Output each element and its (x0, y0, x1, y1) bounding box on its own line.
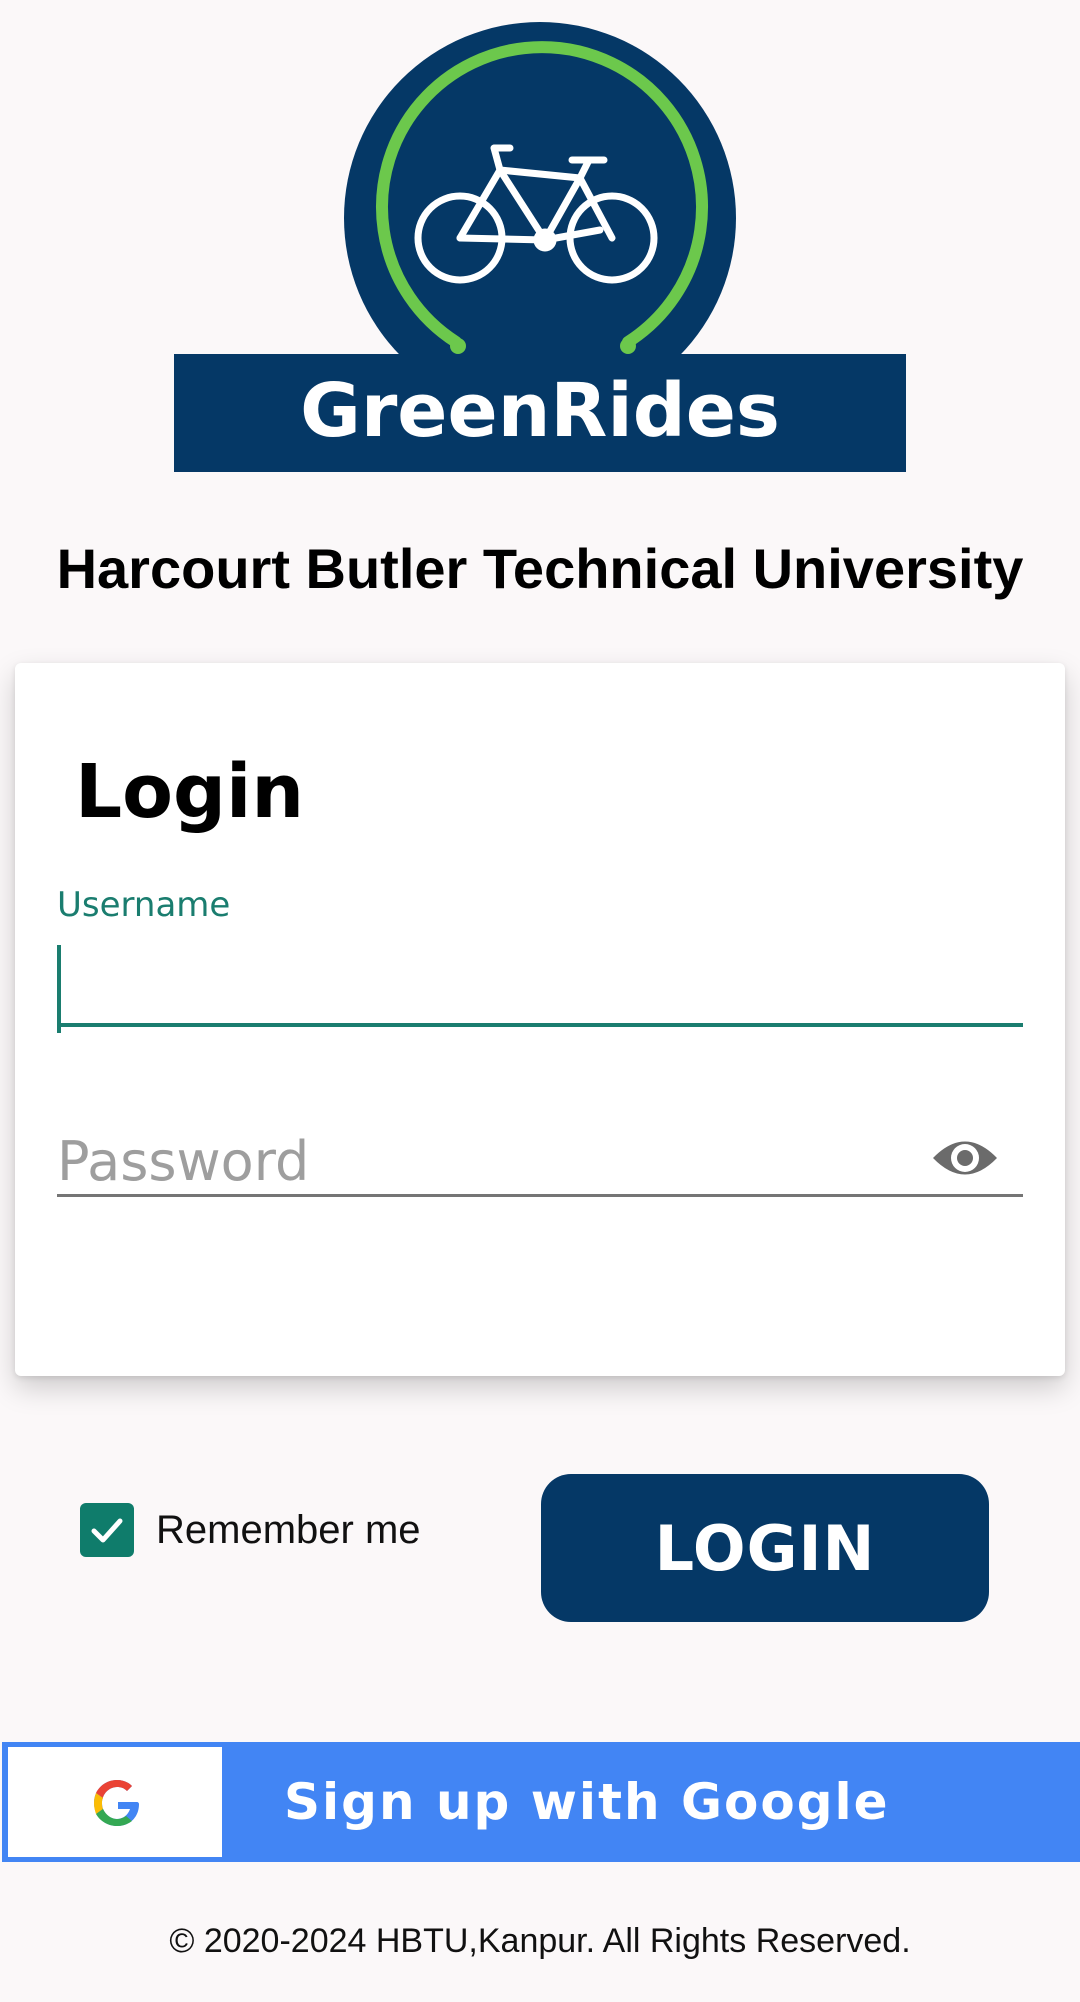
brand-text: GreenRides (300, 368, 780, 454)
greenrides-logo: GreenRides (174, 22, 906, 472)
password-field[interactable] (57, 1129, 917, 1193)
remember-me[interactable]: Remember me (80, 1502, 421, 1558)
check-icon (91, 1518, 123, 1543)
google-signup-label: Sign up with Google (284, 1773, 890, 1831)
google-signup-button[interactable]: Sign up with Google (2, 1742, 1080, 1862)
google-icon (94, 1780, 139, 1826)
login-card: Login Username (15, 663, 1065, 1376)
password-row (57, 1129, 1023, 1197)
login-title: Login (75, 749, 305, 835)
eye-icon[interactable] (931, 1131, 999, 1185)
username-label: Username (57, 885, 231, 925)
text-cursor (57, 945, 61, 1033)
login-button[interactable]: LOGIN (541, 1474, 989, 1622)
username-field[interactable] (57, 943, 1023, 1027)
google-icon-box (8, 1747, 222, 1857)
remember-label: Remember me (156, 1507, 421, 1552)
university-name: Harcourt Butler Technical University (56, 537, 1024, 600)
footer-copyright: © 2020-2024 HBTU,Kanpur. All Rights Rese… (169, 1922, 911, 1960)
logo: GreenRides (0, 0, 1080, 480)
remember-checkbox[interactable] (80, 1503, 134, 1557)
